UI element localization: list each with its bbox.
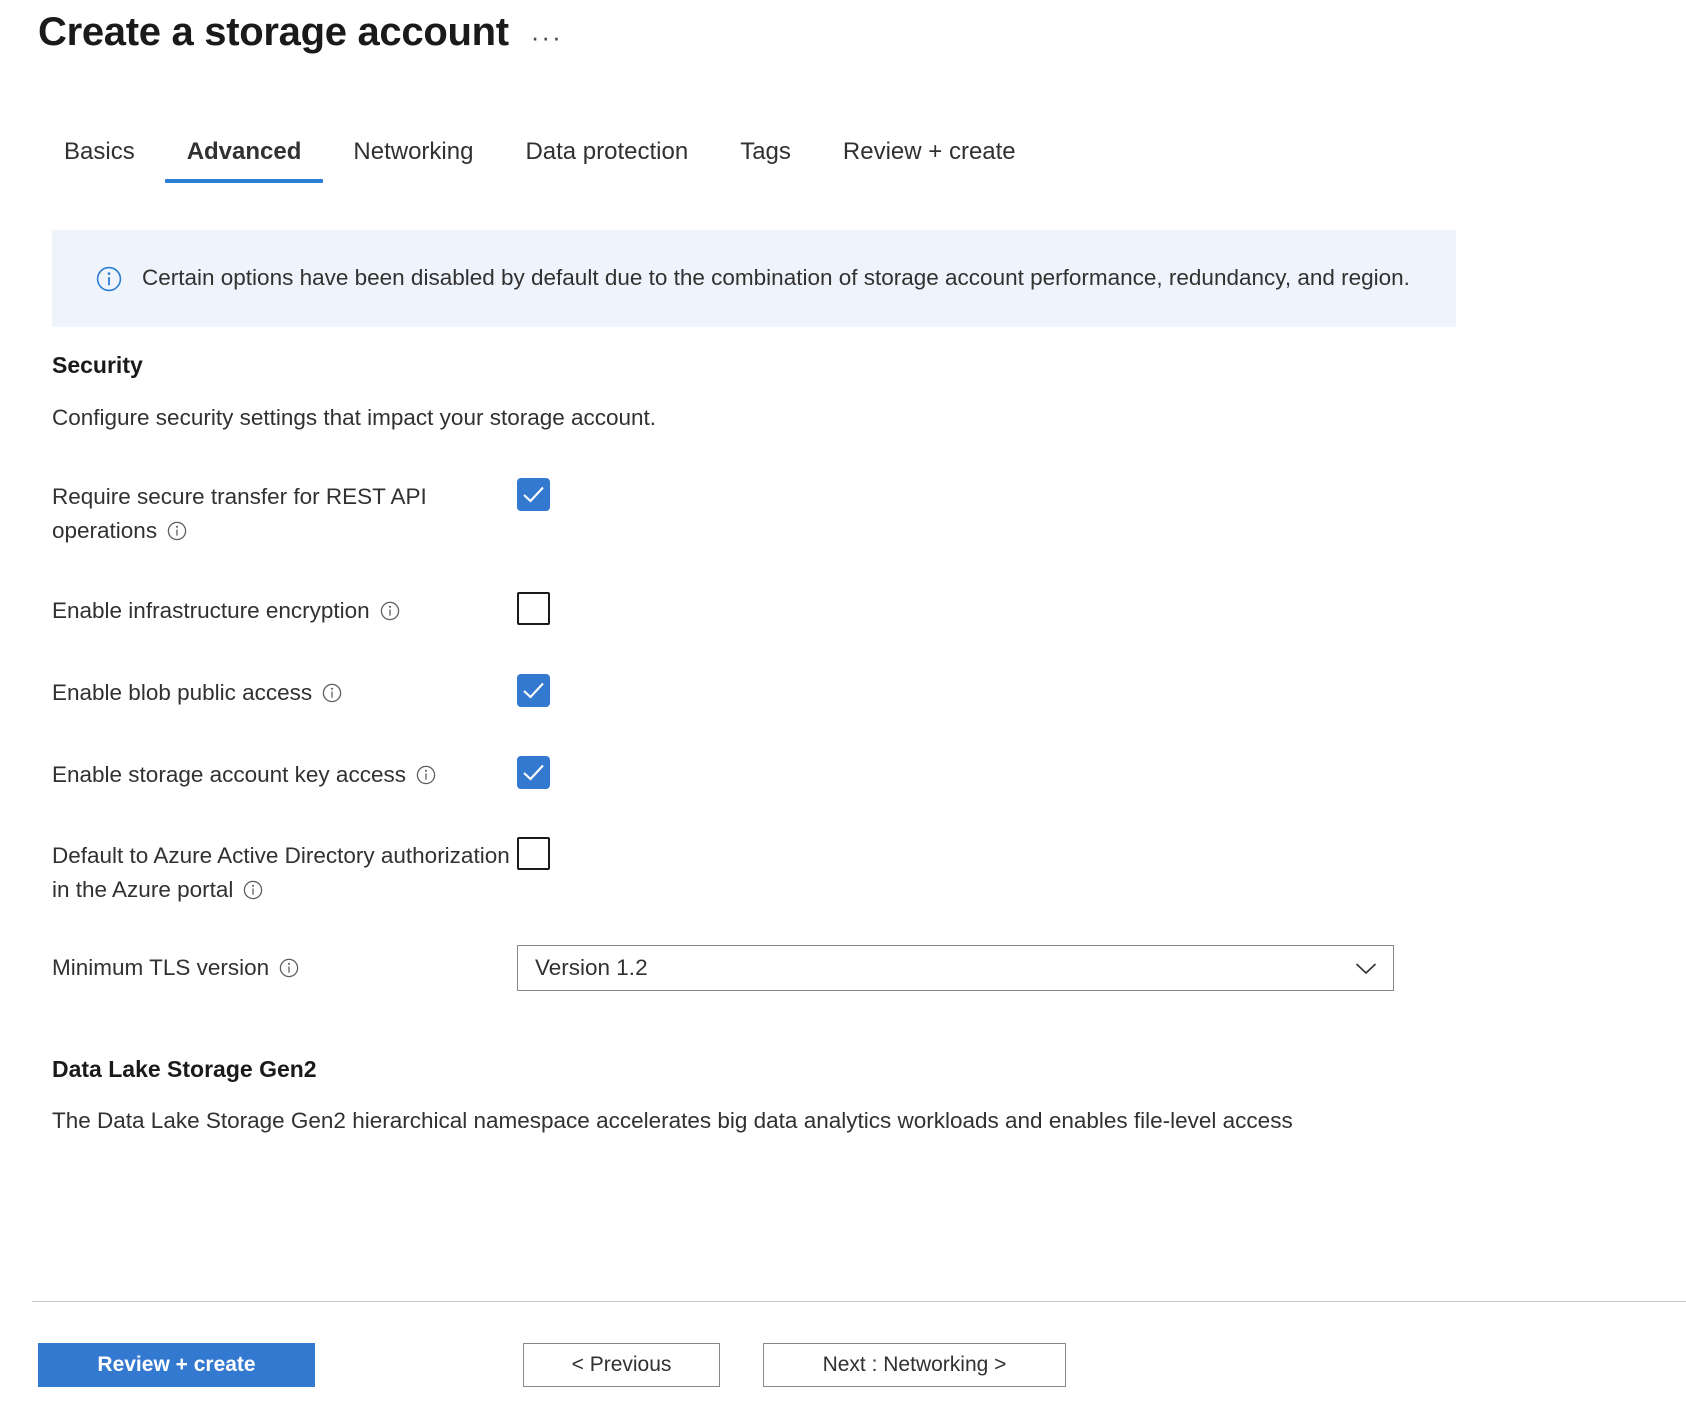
label-text: Require secure transfer for REST API ope… bbox=[52, 484, 427, 543]
blade-header: Create a storage account ··· bbox=[38, 8, 563, 56]
security-section-description: Configure security settings that impact … bbox=[52, 405, 657, 430]
create-storage-account-blade: Create a storage account ··· Basics Adva… bbox=[0, 0, 1686, 1424]
tab-basics[interactable]: Basics bbox=[38, 132, 161, 183]
label-default-to-aad-authorization: Default to Azure Active Directory author… bbox=[52, 837, 517, 907]
info-icon[interactable] bbox=[243, 880, 263, 900]
info-banner-text: Certain options have been disabled by de… bbox=[142, 265, 1410, 291]
label-text: Minimum TLS version bbox=[52, 955, 270, 981]
security-section-heading: Security bbox=[52, 352, 143, 378]
row-minimum-tls-version: Minimum TLS version Version 1.2 bbox=[52, 945, 1532, 991]
chevron-down-icon bbox=[1355, 962, 1377, 974]
next-networking-button[interactable]: Next : Networking > bbox=[763, 1343, 1066, 1387]
row-enable-storage-account-key-access: Enable storage account key access bbox=[52, 756, 1532, 792]
checkbox-default-to-aad-authorization[interactable] bbox=[517, 837, 550, 870]
data-lake-section-heading: Data Lake Storage Gen2 bbox=[52, 1056, 317, 1082]
tab-advanced[interactable]: Advanced bbox=[161, 132, 328, 184]
review-create-button[interactable]: Review + create bbox=[38, 1343, 315, 1387]
data-lake-section-description: The Data Lake Storage Gen2 hierarchical … bbox=[52, 1108, 1293, 1133]
minimum-tls-version-value: Version 1.2 bbox=[535, 955, 648, 980]
label-text: Enable blob public access bbox=[52, 680, 313, 705]
row-default-to-aad-authorization: Default to Azure Active Directory author… bbox=[52, 837, 1532, 907]
page-title: Create a storage account bbox=[38, 10, 509, 54]
label-require-secure-transfer: Require secure transfer for REST API ope… bbox=[52, 478, 517, 548]
label-enable-storage-account-key-access: Enable storage account key access bbox=[52, 756, 517, 792]
label-text: Default to Azure Active Directory author… bbox=[52, 843, 510, 902]
info-icon[interactable] bbox=[279, 958, 299, 978]
tab-tags[interactable]: Tags bbox=[714, 132, 817, 183]
check-icon bbox=[523, 486, 544, 503]
info-banner: Certain options have been disabled by de… bbox=[52, 230, 1456, 327]
info-icon[interactable] bbox=[416, 765, 436, 785]
row-enable-blob-public-access: Enable blob public access bbox=[52, 674, 1532, 710]
checkbox-enable-blob-public-access[interactable] bbox=[517, 674, 550, 707]
checkbox-enable-infrastructure-encryption[interactable] bbox=[517, 592, 550, 625]
label-text: Enable infrastructure encryption bbox=[52, 598, 370, 623]
tab-networking[interactable]: Networking bbox=[327, 132, 499, 183]
checkbox-enable-storage-account-key-access[interactable] bbox=[517, 756, 550, 789]
minimum-tls-version-dropdown[interactable]: Version 1.2 bbox=[517, 945, 1394, 991]
label-enable-infrastructure-encryption: Enable infrastructure encryption bbox=[52, 592, 517, 628]
label-enable-blob-public-access: Enable blob public access bbox=[52, 674, 517, 710]
tab-review-create[interactable]: Review + create bbox=[817, 132, 1042, 183]
info-icon[interactable] bbox=[167, 521, 187, 541]
tab-data-protection[interactable]: Data protection bbox=[499, 132, 714, 183]
more-options-icon[interactable]: ··· bbox=[531, 24, 563, 50]
wizard-footer: Review + create < Previous Next : Networ… bbox=[38, 1343, 1138, 1387]
check-icon bbox=[523, 764, 544, 781]
row-enable-infrastructure-encryption: Enable infrastructure encryption bbox=[52, 592, 1532, 628]
check-icon bbox=[523, 682, 544, 699]
info-icon[interactable] bbox=[322, 683, 342, 703]
checkbox-require-secure-transfer[interactable] bbox=[517, 478, 550, 511]
footer-divider bbox=[32, 1301, 1686, 1302]
info-icon[interactable] bbox=[380, 601, 400, 621]
wizard-tabs: Basics Advanced Networking Data protecti… bbox=[38, 132, 1042, 184]
previous-button[interactable]: < Previous bbox=[523, 1343, 720, 1387]
label-minimum-tls-version: Minimum TLS version bbox=[52, 951, 517, 985]
row-require-secure-transfer: Require secure transfer for REST API ope… bbox=[52, 478, 1532, 548]
info-icon bbox=[96, 266, 122, 291]
label-text: Enable storage account key access bbox=[52, 762, 406, 787]
